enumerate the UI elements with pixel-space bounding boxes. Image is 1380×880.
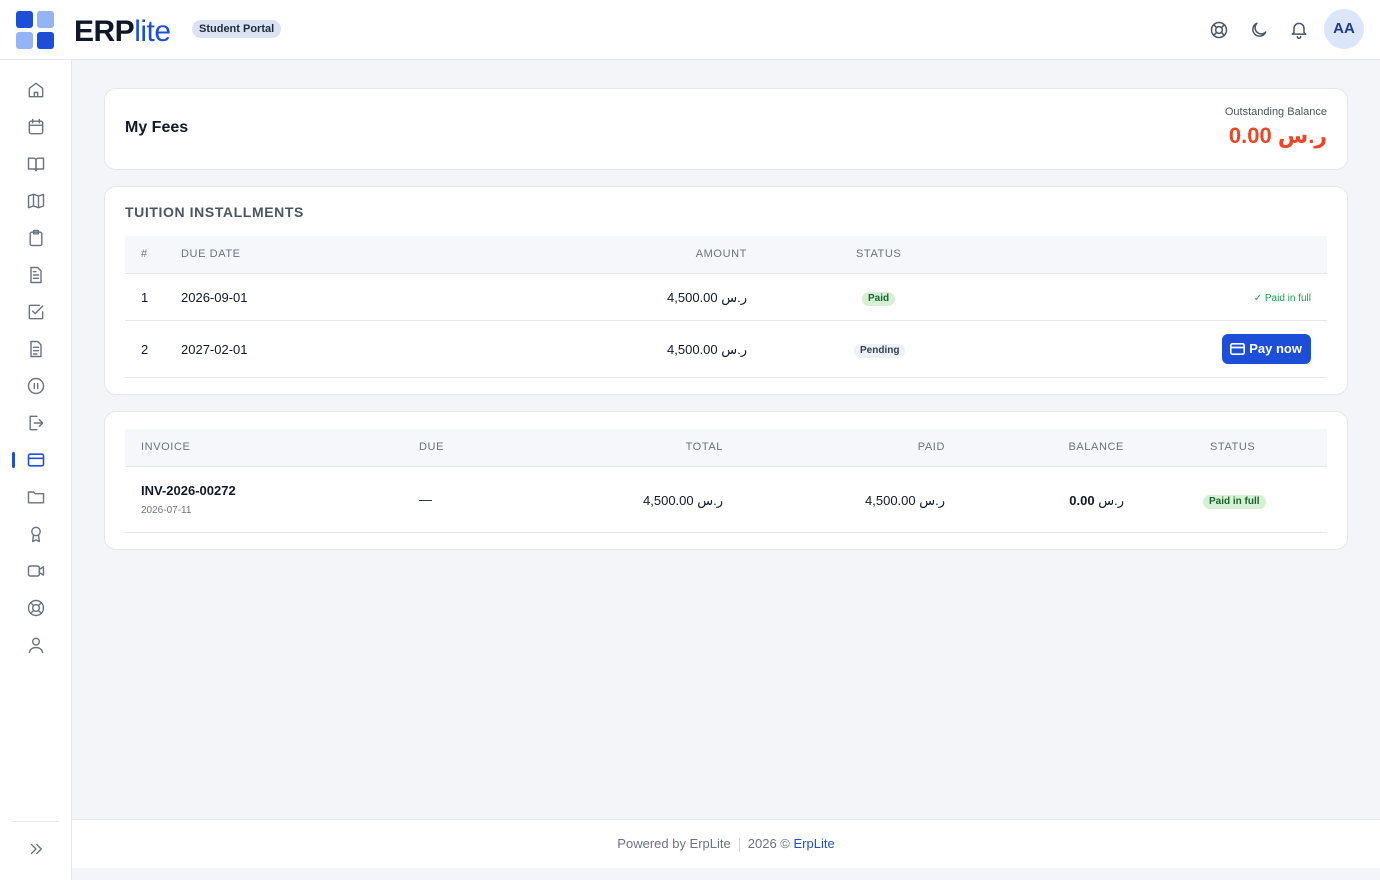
outstanding-balance-label: Outstanding Balance — [1224, 106, 1327, 118]
credit-card-icon — [1230, 342, 1246, 355]
footer: Powered by ErpLite 2026 © ErpLite — [72, 819, 1380, 868]
col-amount: AMOUNT — [695, 248, 747, 260]
fees-summary-card: My Fees Outstanding Balance 0.00 ر.س — [104, 88, 1348, 170]
nav-lifebuoy-icon[interactable] — [24, 596, 48, 620]
row-number: 1 — [141, 290, 149, 305]
table-row: 2 2027-02-01 4,500.00 ر.س Pending Pay no… — [125, 322, 1327, 378]
copyright-text: 2026 © — [747, 836, 790, 851]
row-number: 2 — [141, 342, 149, 357]
col-invoice: INVOICE — [141, 441, 191, 453]
nav-map-icon[interactable] — [24, 189, 48, 213]
nav-video-icon[interactable] — [24, 559, 48, 583]
outstanding-balance-value: 0.00 ر.س — [1228, 123, 1327, 148]
nav-pause-circle-icon[interactable] — [24, 374, 48, 398]
installments-table-header: # DUE DATE AMOUNT STATUS — [125, 236, 1327, 274]
nav-checkbox-icon[interactable] — [24, 300, 48, 324]
pay-now-label: Pay now — [1249, 341, 1302, 356]
col-number: # — [141, 248, 148, 260]
app-logo-mark[interactable] — [16, 11, 54, 49]
row-amount: 4,500.00 ر.س — [667, 290, 747, 305]
brand-logo[interactable]: ERPlite — [74, 14, 171, 50]
invoice-paid: 4,500.00 ر.س — [865, 493, 945, 508]
col-status: STATUS — [856, 248, 902, 260]
chevrons-right-icon[interactable] — [24, 837, 48, 861]
invoices-table-header: INVOICE DUE TOTAL PAID BALANCE STATUS — [125, 429, 1327, 467]
col-balance: BALANCE — [1068, 441, 1124, 453]
nav-clipboard-icon[interactable] — [24, 226, 48, 250]
status-badge: Paid in full — [1203, 495, 1266, 509]
footer-erplite-link[interactable]: ErpLite — [794, 836, 835, 851]
table-row: INV-2026-00272 2026-07-11 — 4,500.00 ر.س… — [125, 468, 1327, 533]
invoice-due: — — [419, 492, 432, 507]
paid-in-full-text: Paid in full — [1264, 293, 1311, 304]
invoice-balance: 0.00 ر.س — [1069, 493, 1124, 509]
invoice-total: 4,500.00 ر.س — [643, 493, 723, 508]
nav-user-icon[interactable] — [24, 633, 48, 657]
nav-book-open-icon[interactable] — [24, 152, 48, 176]
nav-calendar-icon[interactable] — [24, 115, 48, 139]
nav-folder-icon[interactable] — [24, 485, 48, 509]
invoice-number[interactable]: INV-2026-00272 — [141, 483, 236, 498]
nav-document-icon[interactable] — [24, 263, 48, 287]
nav-home-icon[interactable] — [24, 78, 48, 102]
invoice-balance-amount: 0.00 — [1069, 493, 1095, 508]
invoices-card: INVOICE DUE TOTAL PAID BALANCE STATUS IN… — [104, 411, 1348, 550]
col-total: TOTAL — [685, 441, 723, 453]
dark-mode-moon-icon[interactable] — [1247, 18, 1271, 42]
col-paid: PAID — [917, 441, 945, 453]
invoice-date: 2026-07-11 — [141, 505, 192, 516]
row-due-date: 2027-02-01 — [181, 342, 248, 357]
brand-lite-text: lite — [134, 15, 171, 48]
pay-now-button[interactable]: Pay now — [1222, 334, 1311, 364]
row-amount: 4,500.00 ر.س — [667, 342, 747, 357]
sidebar — [0, 60, 72, 880]
col-status: STATUS — [1210, 441, 1256, 453]
sidebar-divider — [12, 821, 59, 822]
help-lifebuoy-icon[interactable] — [1207, 18, 1231, 42]
footer-separator — [738, 837, 740, 852]
user-avatar[interactable]: AA — [1324, 9, 1364, 49]
powered-by-text: Powered by ErpLite — [617, 836, 731, 851]
paid-in-full-note: ✓ Paid in full — [1254, 293, 1311, 304]
nav-logout-icon[interactable] — [24, 411, 48, 435]
col-due-date: DUE DATE — [181, 248, 241, 260]
notifications-bell-icon[interactable] — [1287, 18, 1311, 42]
status-badge: Paid — [862, 292, 896, 306]
table-row: 1 2026-09-01 4,500.00 ر.س Paid ✓ Paid in… — [125, 275, 1327, 321]
check-icon: ✓ — [1253, 293, 1263, 304]
portal-badge: Student Portal — [192, 20, 282, 38]
nav-award-icon[interactable] — [24, 522, 48, 546]
nav-credit-card-icon[interactable] — [24, 448, 48, 472]
row-due-date: 2026-09-01 — [181, 290, 248, 305]
brand-erp-text: ERP — [74, 15, 135, 48]
invoice-balance-currency: ر.س — [1098, 493, 1124, 508]
nav-document-lines-icon[interactable] — [24, 337, 48, 361]
installments-title: TUITION INSTALLMENTS — [125, 204, 304, 220]
page-title: My Fees — [125, 119, 189, 136]
status-badge: Pending — [854, 344, 906, 358]
tuition-installments-card: TUITION INSTALLMENTS # DUE DATE AMOUNT S… — [104, 186, 1348, 395]
top-bar: ERPlite Student Portal AA — [0, 0, 1380, 60]
col-due: DUE — [419, 441, 445, 453]
active-nav-indicator — [12, 452, 15, 468]
